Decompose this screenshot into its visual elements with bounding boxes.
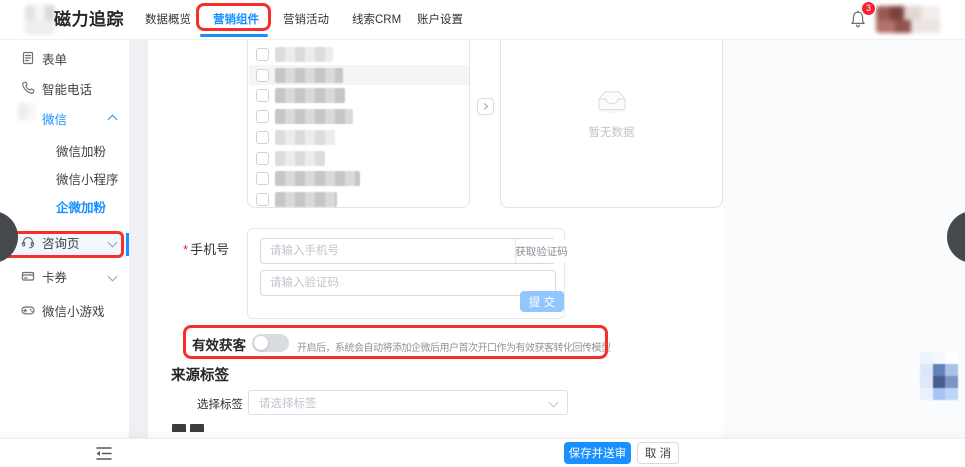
chevron-down-icon xyxy=(108,272,118,282)
sidebar-item-wechat[interactable]: 微信 xyxy=(0,105,129,131)
tag-select-placeholder: 请选择标签 xyxy=(259,395,550,411)
chevron-down-icon xyxy=(108,238,118,248)
tab-marketing-campaigns[interactable]: 营销活动 xyxy=(283,0,329,40)
checkbox[interactable] xyxy=(256,89,269,102)
required-asterisk: * xyxy=(183,242,188,257)
checkbox[interactable] xyxy=(256,131,269,144)
checkbox[interactable] xyxy=(256,193,269,206)
empty-text: 暂无数据 xyxy=(501,124,722,140)
headset-icon xyxy=(21,235,35,249)
redacted-item-label xyxy=(275,151,325,166)
user-avatar[interactable] xyxy=(876,6,940,33)
transfer-list-item[interactable] xyxy=(249,65,469,85)
form-icon xyxy=(21,51,35,65)
checkbox[interactable] xyxy=(256,172,269,185)
redacted-item-label xyxy=(275,68,343,83)
gamepad-icon xyxy=(21,303,35,317)
phone-verification-box: 获取验证码 提 交 xyxy=(247,228,565,319)
tab-account-settings[interactable]: 账户设置 xyxy=(417,0,463,40)
transfer-list-item[interactable] xyxy=(249,189,469,208)
chevron-right-icon xyxy=(481,103,488,110)
chevron-up-icon xyxy=(108,115,118,125)
clipped-section-heading xyxy=(172,424,204,432)
verification-code-input[interactable] xyxy=(260,270,556,296)
select-tag-label: 选择标签 xyxy=(197,396,243,412)
sidebar: 表单 智能电话 微信 微信加粉 微信小程序 企微加粉 xyxy=(0,40,129,438)
sidebar-item-form[interactable]: 表单 xyxy=(0,45,129,71)
effective-acquisition-label: 有效获客 xyxy=(192,334,246,354)
action-footer: 保存并送审 取 消 xyxy=(0,438,965,467)
empty-inbox-icon xyxy=(592,87,632,113)
notification-badge: 3 xyxy=(861,1,876,16)
tab-leads-crm[interactable]: 线索CRM xyxy=(352,0,401,40)
sidebar-item-coupon[interactable]: 卡券 xyxy=(0,263,129,289)
top-navbar: 磁力追踪 数据概览 营销组件 营销活动 线索CRM 账户设置 3 xyxy=(0,0,965,40)
coupon-card-icon xyxy=(21,269,35,283)
content-scrollbar-track[interactable] xyxy=(129,40,148,438)
tag-select[interactable]: 请选择标签 xyxy=(248,390,568,415)
checkbox[interactable] xyxy=(256,69,269,82)
toggle-knob xyxy=(254,336,268,350)
sidebar-item-smart-phone[interactable]: 智能电话 xyxy=(0,75,129,101)
transfer-list-item[interactable] xyxy=(249,148,469,168)
checkbox[interactable] xyxy=(256,110,269,123)
transfer-list-item[interactable] xyxy=(249,168,469,188)
tab-data-overview[interactable]: 数据概览 xyxy=(145,0,191,40)
phone-icon xyxy=(21,81,35,95)
sidebar-item-wechat-fans[interactable]: 微信加粉 xyxy=(0,137,129,163)
sidebar-item-wechat-miniprogram[interactable]: 微信小程序 xyxy=(0,165,129,191)
cancel-button[interactable]: 取 消 xyxy=(637,442,679,464)
transfer-right-button[interactable] xyxy=(477,98,494,115)
sidebar-item-consult-page[interactable]: 咨询页 xyxy=(0,229,129,255)
transfer-list-item[interactable] xyxy=(249,127,469,147)
redacted-item-label xyxy=(275,88,345,103)
get-verification-code-button[interactable]: 获取验证码 xyxy=(515,239,567,263)
app-title: 磁力追踪 xyxy=(54,0,124,40)
page: 暂无数据 *手机号 获取验证码 提 交 有效获客 开启后，系统会自动将添加企微后… xyxy=(0,0,965,467)
app-logo xyxy=(25,5,55,35)
redacted-item-label xyxy=(275,130,335,145)
redacted-item-label xyxy=(275,109,353,124)
effective-acquisition-toggle[interactable] xyxy=(252,334,289,352)
floating-blurred-widget[interactable] xyxy=(920,352,958,400)
phone-number-input[interactable] xyxy=(260,238,556,264)
sidebar-item-qiwei-fans[interactable]: 企微加粉 xyxy=(0,193,129,219)
transfer-list-item[interactable] xyxy=(249,85,469,105)
menu-fold-icon[interactable] xyxy=(95,446,113,461)
source-tag-section-title: 来源标签 xyxy=(171,364,229,385)
effective-acquisition-description: 开启后，系统会自动将添加企微后用户首次开口作为有效获客转化回传模型 xyxy=(297,339,611,354)
phone-field-label: *手机号 xyxy=(183,239,229,258)
checkbox[interactable] xyxy=(256,152,269,165)
transfer-source-panel xyxy=(247,14,470,208)
redacted-item-label xyxy=(275,47,333,62)
sidebar-item-wechat-minigame[interactable]: 微信小游戏 xyxy=(0,297,129,323)
wechat-icon xyxy=(18,103,36,120)
redacted-item-label xyxy=(275,171,360,186)
submit-button[interactable]: 提 交 xyxy=(520,291,564,312)
transfer-target-panel: 暂无数据 xyxy=(500,14,723,208)
chevron-down-icon xyxy=(549,398,559,408)
transfer-list-item[interactable] xyxy=(249,44,469,64)
checkbox[interactable] xyxy=(256,48,269,61)
empty-state: 暂无数据 xyxy=(501,87,722,140)
transfer-list-item[interactable] xyxy=(249,106,469,126)
redacted-item-label xyxy=(275,192,337,207)
save-and-submit-button[interactable]: 保存并送审 xyxy=(564,442,631,464)
active-tab-underline xyxy=(200,34,268,37)
